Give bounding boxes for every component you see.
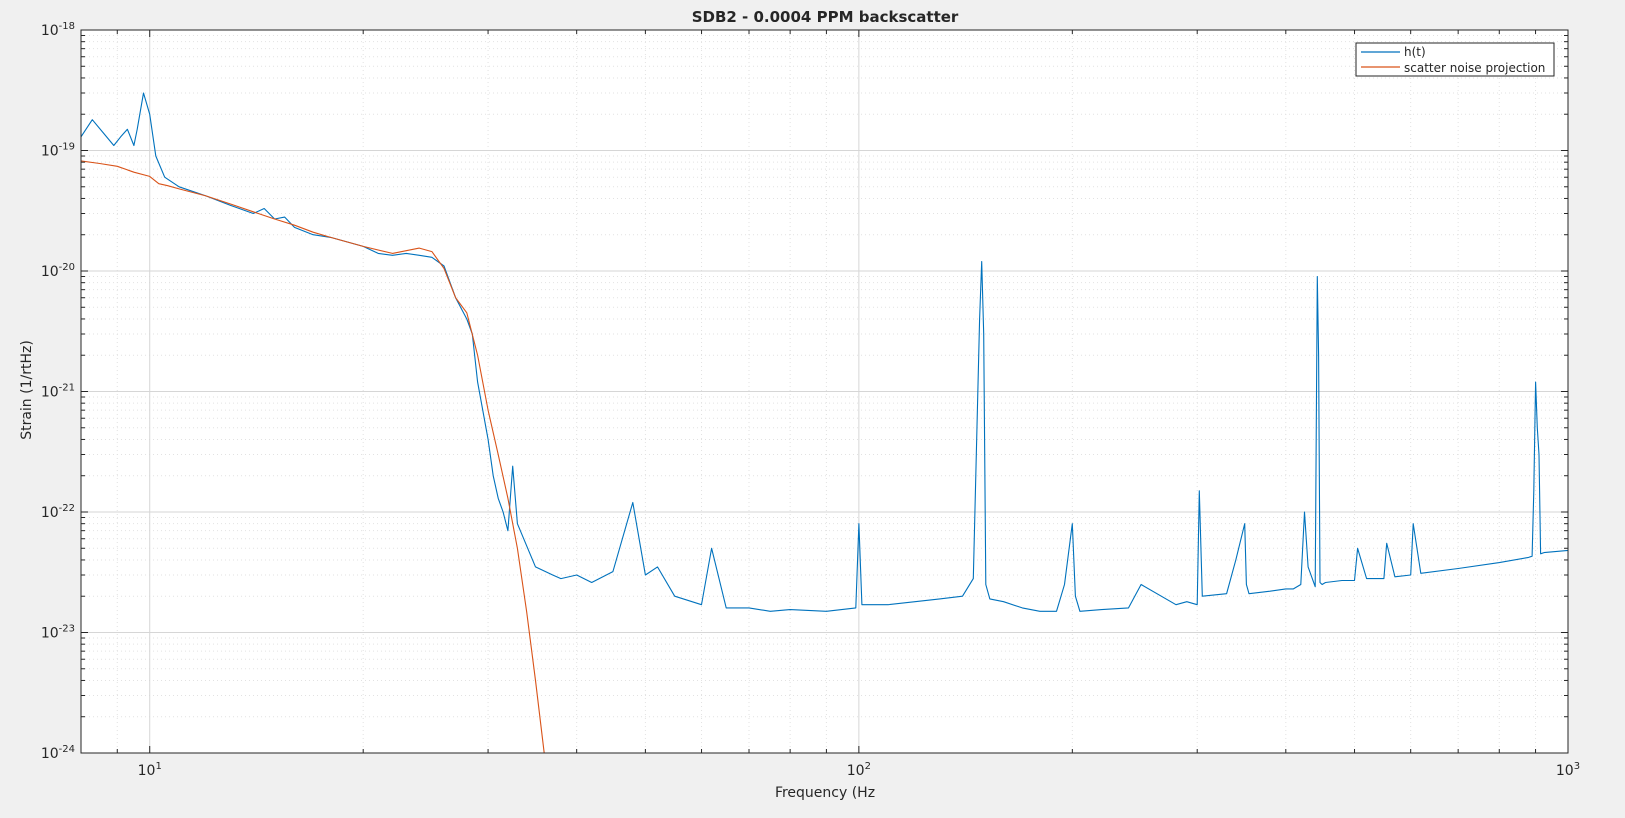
legend: h(t) scatter noise projection: [1355, 42, 1555, 77]
legend-label-scatter: scatter noise projection: [1404, 61, 1545, 75]
y-axis-label: Strain (1/rtHz): [19, 340, 35, 440]
legend-label-ht: h(t): [1404, 45, 1426, 59]
chart-svg: 101 102 10310-2410-2310-2210-2110-2010-191…: [0, 0, 1625, 814]
chart-title: SDB2 - 0.0004 PPM backscatter: [692, 8, 959, 26]
chart-figure: 101 102 103 10-24 10-23 10-22 10-21 10-20 10-19 1…: [0, 0, 1625, 814]
x-axis-label: Frequency (Hz: [775, 785, 875, 801]
